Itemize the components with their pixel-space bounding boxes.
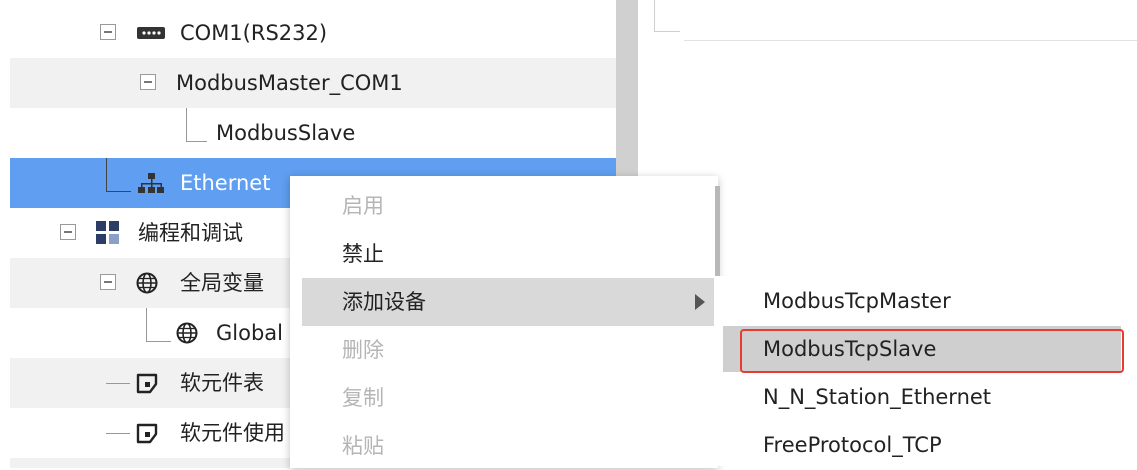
pane-divider [654,0,655,32]
submenu-item-nn-station-ethernet[interactable]: N_N_Station_Ethernet [723,374,1121,420]
globe-icon [176,322,198,344]
submenu-item-free-protocol-tcp[interactable]: FreeProtocol_TCP [723,422,1121,468]
collapse-toggle[interactable] [100,24,116,40]
tree-item-modbus-slave[interactable]: ModbusSlave [10,108,616,158]
tree-item-modbus-master[interactable]: ModbusMaster_COM1 [10,58,616,108]
menu-item-label: 禁止 [342,242,384,266]
tree-item-label: 软元件使用 [180,421,285,445]
menu-item-label: 删除 [342,338,384,362]
menu-item-label: 粘贴 [342,434,384,458]
table-icon [136,373,158,394]
tree-item-label: 软元件表 [180,371,264,395]
tree-connector [106,358,130,384]
tree-item-label: 编程和调试 [138,221,243,245]
collapse-toggle[interactable] [100,274,116,290]
menu-item-enable[interactable]: 启用 [302,182,714,230]
menu-item-delete[interactable]: 删除 [302,326,714,374]
tree-scrollbar[interactable] [616,0,638,182]
network-icon [138,173,164,193]
menu-item-label: 复制 [342,386,384,410]
context-menu: 启用 禁止 添加设备 删除 复制 粘贴 [290,176,720,470]
grid-icon [96,221,119,244]
tree-item-label: ModbusMaster_COM1 [176,71,403,95]
tree-connector [186,108,207,142]
menu-item-paste[interactable]: 粘贴 [302,422,714,470]
tree-connector [146,308,171,342]
pane-divider [654,31,680,32]
tree-item-label: Global [216,321,283,345]
pane-divider [684,40,1137,41]
submenu-arrow-icon [695,294,705,310]
menu-item-label: 启用 [342,194,384,218]
globe-icon [136,272,158,294]
tree-item-label: 全局变量 [180,271,264,295]
menu-item-add-device[interactable]: 添加设备 [302,278,714,326]
tree-connector [106,408,130,434]
tree-item-label: Ethernet [180,171,271,195]
table-icon [136,423,158,444]
serial-port-icon [137,27,165,39]
collapse-toggle[interactable] [140,74,156,90]
submenu-item-modbus-tcp-master[interactable]: ModbusTcpMaster [723,278,1121,324]
tree-item-com1[interactable]: COM1(RS232) [10,8,616,58]
submenu-item-label: FreeProtocol_TCP [763,433,942,457]
highlight-annotation-box [740,329,1124,373]
menu-item-label: 添加设备 [342,290,426,314]
tree-connector [106,158,131,192]
submenu-item-label: N_N_Station_Ethernet [763,385,992,409]
menu-scrollbar [715,186,720,276]
collapse-toggle[interactable] [60,224,76,240]
menu-item-disable[interactable]: 禁止 [302,230,714,278]
tree-item-label: ModbusSlave [216,121,356,145]
submenu-item-label: ModbusTcpMaster [763,289,951,313]
menu-item-copy[interactable]: 复制 [302,374,714,422]
tree-item-label: COM1(RS232) [180,21,328,45]
